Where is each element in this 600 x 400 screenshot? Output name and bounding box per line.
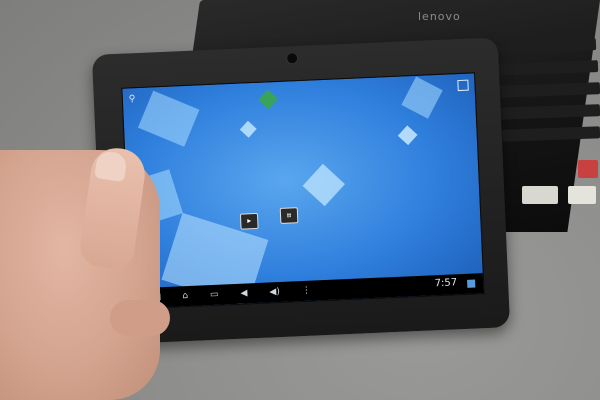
laptop-sticker [568, 186, 596, 204]
wallpaper-shape [401, 76, 443, 119]
video-app-icon[interactable]: ▶ [239, 212, 259, 230]
laptop-brand-logo: lenovo [418, 10, 461, 23]
recents-icon[interactable]: ▭ [210, 290, 219, 300]
wallpaper-shape [302, 163, 345, 207]
wallpaper-shape [258, 89, 278, 110]
search-icon[interactable]: ⚲ [129, 94, 136, 104]
all-apps-icon[interactable] [457, 79, 469, 92]
settings-app-icon[interactable]: ▤ [279, 207, 299, 224]
wallpaper-shape [239, 120, 257, 138]
laptop-sticker [578, 160, 598, 178]
volume-down-icon[interactable]: ◀ [240, 288, 247, 298]
tablet-screen[interactable]: ⚲ ▶ ▤ ◁ ⌂ ▭ ◀ ◀) ⋮ 7:57 [121, 72, 485, 310]
menu-icon[interactable]: ⋮ [302, 286, 311, 296]
home-icon[interactable]: ⌂ [182, 291, 188, 301]
wallpaper-shape [397, 125, 418, 146]
laptop-sticker [522, 186, 558, 204]
status-clock: 7:57 [434, 277, 458, 290]
front-camera-icon [285, 52, 299, 65]
finger [110, 300, 170, 336]
wallpaper-shape [137, 90, 200, 147]
volume-up-icon[interactable]: ◀) [269, 287, 280, 297]
signal-icon [467, 279, 476, 288]
